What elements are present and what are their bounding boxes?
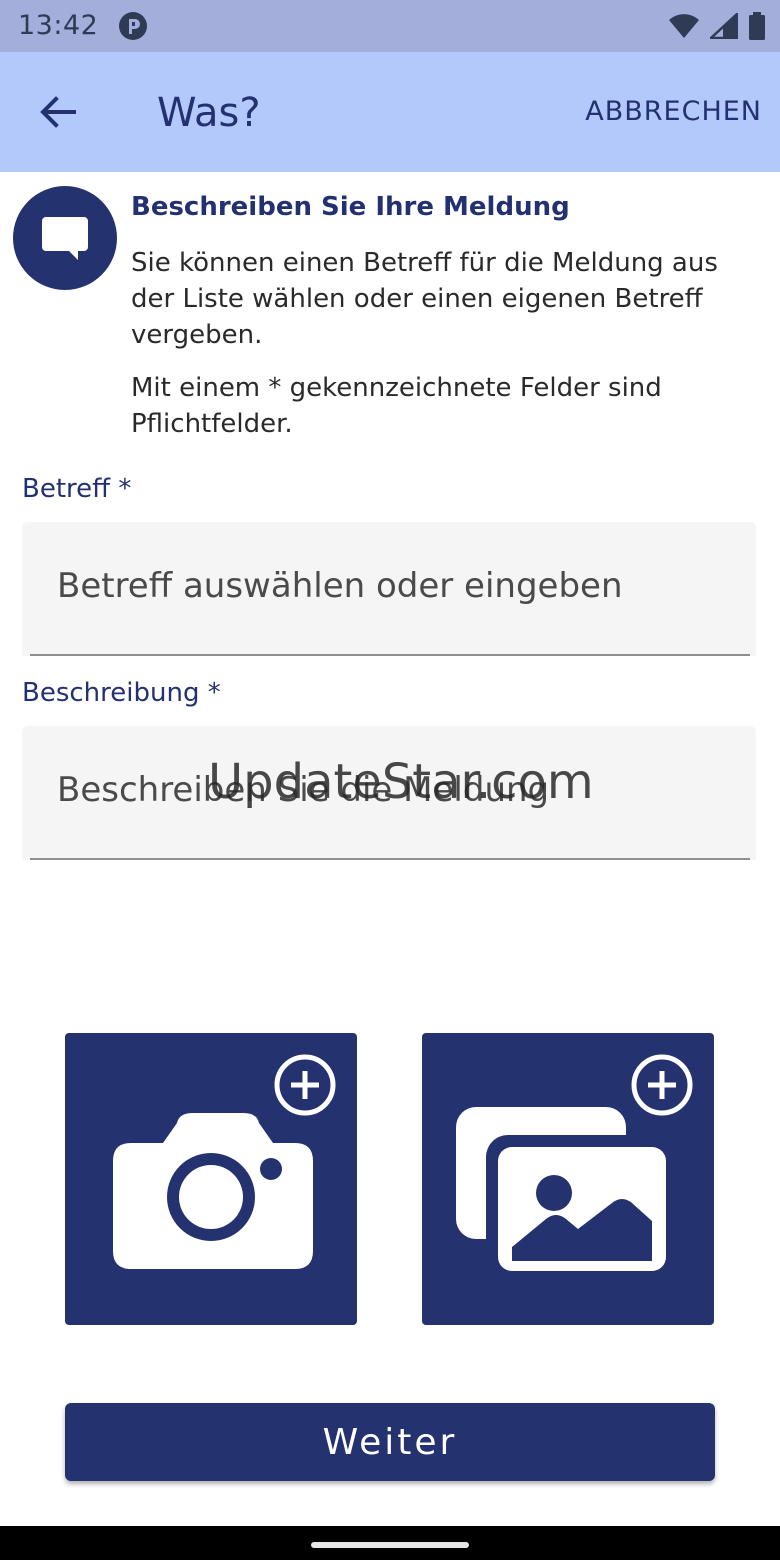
next-button[interactable]: Weiter	[65, 1403, 715, 1481]
app-bar: Was? ABBRECHEN	[0, 52, 780, 172]
camera-icon	[113, 1113, 313, 1269]
description-label: Beschreibung *	[22, 678, 221, 708]
wifi-icon	[669, 14, 699, 38]
description-field[interactable]	[22, 726, 756, 860]
info-text: Sie können einen Betreff für die Meldung…	[131, 248, 718, 350]
cancel-button[interactable]: ABBRECHEN	[585, 96, 762, 127]
required-hint-text: Mit einem * gekennzeichnete Felder sind …	[131, 373, 662, 439]
add-photo-camera-button[interactable]	[65, 1033, 357, 1325]
gallery-icon	[456, 1107, 670, 1279]
home-indicator[interactable]	[311, 1542, 469, 1548]
status-bar: 13:42	[0, 0, 780, 52]
signal-icon	[710, 13, 738, 39]
add-photo-gallery-button[interactable]	[422, 1033, 714, 1325]
subject-label: Betreff *	[22, 474, 132, 504]
battery-icon	[749, 12, 765, 40]
page-title: Was?	[157, 90, 261, 136]
navigation-bar	[0, 1526, 780, 1560]
subject-input[interactable]	[57, 566, 737, 606]
info-avatar	[13, 186, 117, 290]
chat-bubble-icon	[42, 217, 88, 260]
app-notification-icon	[119, 12, 147, 40]
plus-circle-icon	[274, 1054, 336, 1116]
arrow-left-icon[interactable]	[34, 88, 82, 136]
info-heading: Beschreiben Sie Ihre Meldung	[131, 192, 570, 222]
status-icons	[668, 12, 766, 40]
subject-field[interactable]	[22, 522, 756, 656]
description-input[interactable]	[57, 770, 737, 810]
status-time: 13:42	[18, 10, 99, 41]
